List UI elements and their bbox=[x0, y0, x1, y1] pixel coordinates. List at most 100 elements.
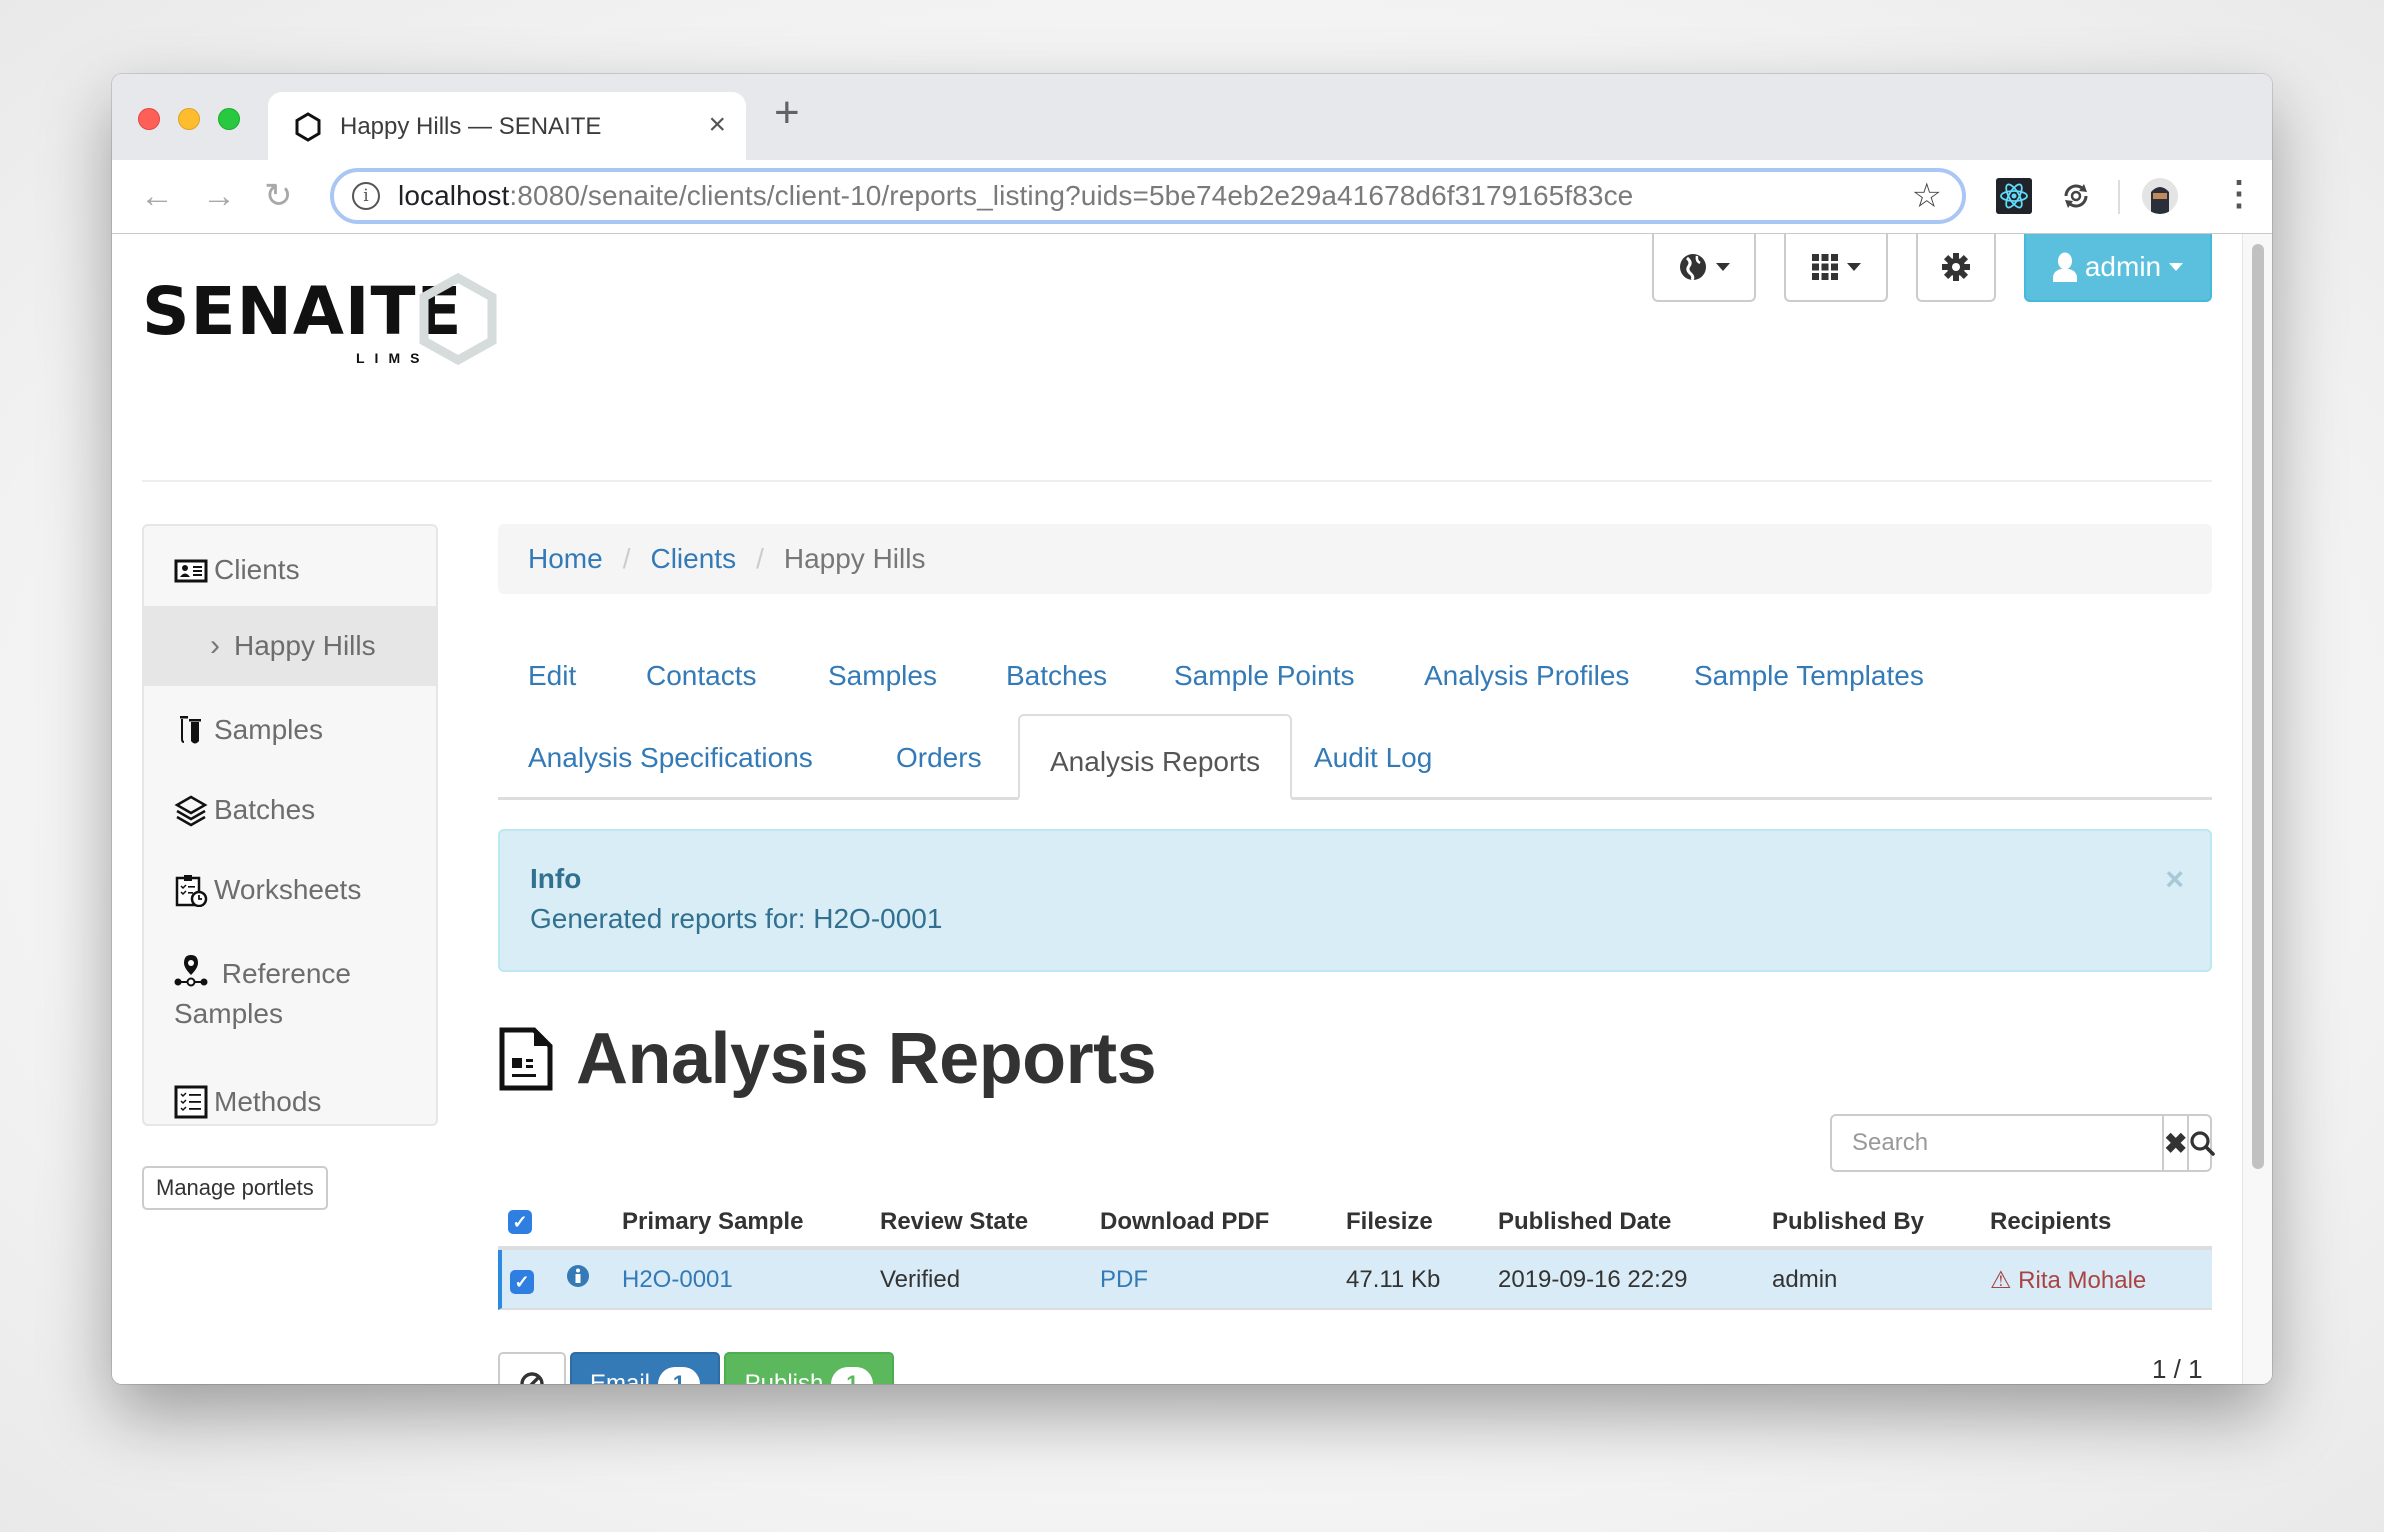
table-row[interactable]: ✓ H2O-0001 Verified PDF 47.11 Kb 2019-09… bbox=[498, 1250, 2212, 1310]
sidebar-item-label: Batches bbox=[214, 794, 316, 825]
window-minimize-button[interactable] bbox=[178, 108, 200, 130]
browser-window: Happy Hills — SENAITE × + ← → ↻ i localh… bbox=[112, 74, 2272, 1384]
sidebar-item-worksheets[interactable]: Worksheets bbox=[144, 870, 436, 910]
client-card-icon bbox=[174, 559, 208, 583]
chevron-down-icon bbox=[1847, 263, 1861, 271]
column-download-pdf[interactable]: Download PDF bbox=[1100, 1208, 1269, 1236]
map-pin-network-icon bbox=[174, 955, 208, 987]
sidebar-item-label: Samples bbox=[214, 714, 323, 745]
browser-toolbar: ← → ↻ i localhost:8080/senaite/clients/c… bbox=[112, 160, 2272, 234]
bookmark-star-icon[interactable]: ☆ bbox=[1912, 176, 1942, 216]
column-primary-sample[interactable]: Primary Sample bbox=[622, 1208, 803, 1236]
column-published-by[interactable]: Published By bbox=[1772, 1208, 1924, 1236]
tab-orders[interactable]: Orders bbox=[896, 738, 982, 778]
language-dropdown-button[interactable] bbox=[1652, 234, 1756, 302]
alert-message: Generated reports for: H2O-0001 bbox=[530, 903, 943, 934]
search-button[interactable] bbox=[2187, 1116, 2216, 1170]
breadcrumb-clients[interactable]: Clients bbox=[650, 543, 736, 575]
breadcrumb-current: Happy Hills bbox=[783, 543, 926, 574]
tab-close-icon[interactable]: × bbox=[708, 110, 726, 140]
tab-analysis-specifications[interactable]: Analysis Specifications bbox=[528, 738, 813, 778]
close-icon: ✖ bbox=[2164, 1127, 2188, 1159]
recipient-link[interactable]: ⚠ Rita Mohale bbox=[1990, 1266, 2146, 1295]
row-checkbox[interactable]: ✓ bbox=[510, 1270, 534, 1294]
tab-contacts[interactable]: Contacts bbox=[646, 656, 757, 696]
sync-extension-icon[interactable] bbox=[2058, 178, 2094, 214]
breadcrumb-separator: / bbox=[622, 543, 631, 574]
search-icon bbox=[2190, 1131, 2216, 1156]
client-tabs: Edit Contacts Samples Batches Sample Poi… bbox=[498, 634, 2212, 800]
reload-icon[interactable]: ↻ bbox=[264, 176, 293, 216]
hexagon-logo-icon bbox=[419, 272, 497, 366]
checklist-icon bbox=[174, 1085, 208, 1119]
breadcrumb-home[interactable]: Home bbox=[528, 543, 603, 575]
forward-arrow-icon[interactable]: → bbox=[202, 176, 236, 216]
tab-samples[interactable]: Samples bbox=[828, 656, 937, 696]
search-box: ✖ bbox=[1830, 1114, 2216, 1172]
column-filesize[interactable]: Filesize bbox=[1346, 1208, 1433, 1236]
publish-button-label: Publish bbox=[744, 1370, 824, 1384]
tab-analysis-profiles[interactable]: Analysis Profiles bbox=[1424, 656, 1629, 696]
url-text[interactable]: localhost:8080/senaite/clients/client-10… bbox=[398, 178, 1633, 214]
clear-search-button[interactable]: ✖ bbox=[2162, 1116, 2187, 1170]
react-devtools-icon[interactable] bbox=[1996, 178, 2032, 214]
browser-tab[interactable]: Happy Hills — SENAITE × bbox=[268, 92, 746, 160]
info-icon[interactable] bbox=[566, 1264, 590, 1288]
download-pdf-link[interactable]: PDF bbox=[1100, 1266, 1148, 1294]
alert-close-icon[interactable]: × bbox=[2165, 861, 2184, 898]
worksheet-clipboard-icon bbox=[175, 875, 208, 907]
browser-tab-title: Happy Hills — SENAITE bbox=[340, 113, 602, 140]
user-name: admin bbox=[2084, 251, 2162, 282]
column-recipients[interactable]: Recipients bbox=[1990, 1208, 2111, 1236]
back-arrow-icon[interactable]: ← bbox=[140, 176, 174, 216]
browser-menu-icon[interactable]: ⋮ bbox=[2222, 174, 2256, 214]
column-review-state[interactable]: Review State bbox=[880, 1208, 1028, 1236]
search-input[interactable] bbox=[1832, 1116, 2162, 1170]
deselect-all-button[interactable] bbox=[498, 1352, 566, 1384]
select-all-checkbox[interactable]: ✓ bbox=[508, 1210, 532, 1234]
table-actions: Email 1 Publish 1 bbox=[498, 1352, 894, 1384]
window-maximize-button[interactable] bbox=[218, 108, 240, 130]
sidebar-item-label: Methods bbox=[214, 1086, 322, 1117]
email-button[interactable]: Email 1 bbox=[570, 1352, 720, 1384]
sidebar-item-label: Worksheets bbox=[214, 874, 362, 905]
header-divider bbox=[142, 480, 2212, 482]
primary-sample-link[interactable]: H2O-0001 bbox=[622, 1266, 733, 1294]
settings-button[interactable] bbox=[1916, 234, 1996, 302]
url-host: localhost bbox=[398, 180, 510, 211]
email-button-label: Email bbox=[589, 1370, 650, 1384]
reports-table: ✓ Primary Sample Review State Download P… bbox=[498, 1194, 2212, 1310]
sidebar-item-samples[interactable]: Samples bbox=[144, 710, 436, 750]
user-menu-button[interactable]: admin bbox=[2024, 234, 2212, 302]
manage-portlets-button[interactable]: Manage portlets bbox=[142, 1166, 328, 1210]
tab-analysis-reports[interactable]: Analysis Reports bbox=[1018, 714, 1293, 800]
senaite-logo[interactable]: SENAITE LIMS bbox=[142, 272, 502, 372]
sidebar-item-reference-samples[interactable]: Reference Samples bbox=[144, 950, 436, 1034]
tab-sample-templates[interactable]: Sample Templates bbox=[1694, 656, 1924, 696]
profile-avatar-icon[interactable] bbox=[2142, 178, 2178, 214]
email-count-badge: 1 bbox=[658, 1367, 700, 1384]
tab-sample-points[interactable]: Sample Points bbox=[1174, 656, 1355, 696]
sidebar-nav: Clients › Happy Hills Samples Batches Wo… bbox=[142, 524, 438, 1126]
sidebar-item-batches[interactable]: Batches bbox=[144, 790, 436, 830]
sidebar-item-methods[interactable]: Methods bbox=[144, 1082, 436, 1122]
column-published-date[interactable]: Published Date bbox=[1498, 1208, 1671, 1236]
chevron-down-icon bbox=[2169, 263, 2184, 271]
tab-batches[interactable]: Batches bbox=[1006, 656, 1107, 696]
page-content: admin SENAITE LIMS Clients › Happy Hills… bbox=[112, 234, 2272, 1384]
site-info-icon[interactable]: i bbox=[352, 182, 380, 210]
apps-dropdown-button[interactable] bbox=[1784, 234, 1888, 302]
address-bar[interactable]: i localhost:8080/senaite/clients/client-… bbox=[330, 168, 1966, 224]
window-close-button[interactable] bbox=[138, 108, 160, 130]
new-tab-button[interactable]: + bbox=[774, 88, 800, 138]
scrollbar-thumb[interactable] bbox=[2252, 244, 2264, 1169]
tab-edit[interactable]: Edit bbox=[528, 656, 576, 696]
page-scrollbar[interactable] bbox=[2242, 234, 2272, 1384]
sidebar-item-label: Happy Hills bbox=[234, 630, 376, 661]
tab-audit-log[interactable]: Audit Log bbox=[1314, 738, 1432, 778]
publish-button[interactable]: Publish 1 bbox=[724, 1352, 894, 1384]
sidebar-item-happy-hills[interactable]: › Happy Hills bbox=[144, 606, 436, 686]
table-header: ✓ Primary Sample Review State Download P… bbox=[498, 1194, 2212, 1250]
senaite-favicon-icon bbox=[295, 112, 321, 142]
sidebar-item-clients[interactable]: Clients bbox=[144, 550, 436, 590]
